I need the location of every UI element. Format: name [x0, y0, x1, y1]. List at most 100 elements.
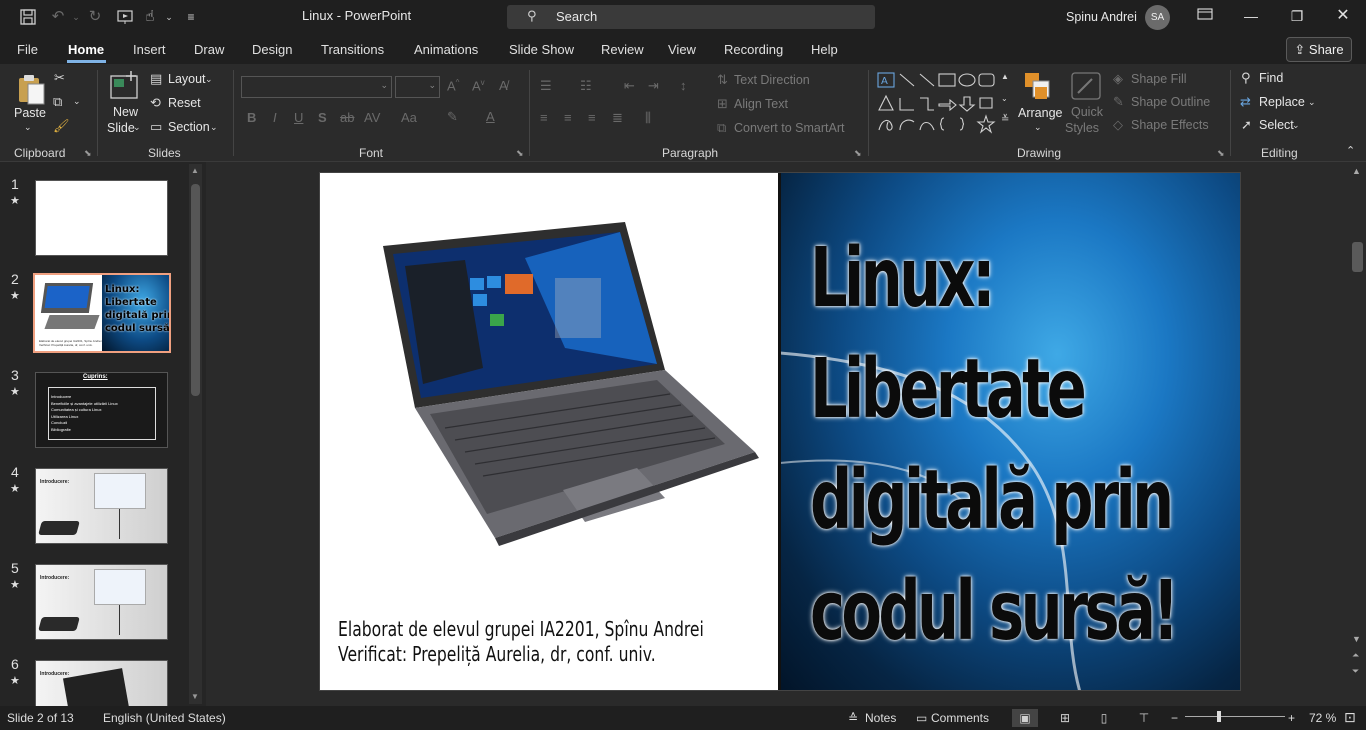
close-icon[interactable]: ✕: [1333, 6, 1353, 26]
font-launcher-icon[interactable]: ⬊: [516, 148, 524, 159]
tab-file[interactable]: File: [17, 42, 38, 57]
tab-design[interactable]: Design: [252, 42, 292, 57]
slide-thumbnail-2[interactable]: Linux: Libertate digitală prin codul sursă!…: [33, 273, 171, 353]
increase-indent-icon[interactable]: ⇥: [648, 78, 659, 94]
line-spacing-icon[interactable]: ↕: [680, 78, 687, 93]
character-spacing-button[interactable]: AV: [364, 110, 380, 125]
quick-styles-label-2[interactable]: Styles: [1065, 121, 1099, 135]
slide-thumbnail-4[interactable]: Introducere:: [35, 468, 168, 544]
new-slide-icon[interactable]: [109, 70, 141, 102]
copy-dropdown-icon[interactable]: ⌄: [73, 96, 81, 107]
laptop-image[interactable]: [375, 218, 765, 548]
smartart-icon[interactable]: ⧉: [717, 120, 726, 136]
scroll-down-icon[interactable]: ▼: [191, 692, 199, 701]
arrange-button[interactable]: Arrange: [1018, 106, 1062, 120]
clear-formatting-icon[interactable]: A̸: [499, 78, 508, 93]
numbering-icon[interactable]: ☷: [580, 78, 592, 94]
text-direction-icon[interactable]: ⇅: [717, 72, 728, 88]
font-color-icon[interactable]: A: [486, 109, 495, 124]
tab-insert[interactable]: Insert: [133, 42, 166, 57]
decrease-font-icon[interactable]: Av: [472, 78, 485, 93]
arrange-icon[interactable]: [1023, 71, 1053, 103]
touch-mode-icon[interactable]: ☝: [141, 8, 159, 26]
underline-button[interactable]: U: [294, 110, 303, 125]
gallery-up-icon[interactable]: ▲: [1001, 72, 1009, 81]
layout-dropdown-icon[interactable]: ⌄: [205, 74, 213, 85]
next-slide-icon[interactable]: ⏷: [1352, 666, 1359, 677]
touch-dropdown-icon[interactable]: ⌄: [160, 8, 178, 26]
undo-dropdown-icon[interactable]: ⌄: [67, 8, 85, 26]
minimize-icon[interactable]: —: [1241, 6, 1261, 26]
comments-button[interactable]: Comments: [931, 711, 989, 725]
undo-icon[interactable]: ↶: [49, 8, 67, 26]
thumbnail-scrollbar[interactable]: ▲ ▼: [189, 164, 202, 704]
slide-thumbnail-3[interactable]: Cuprins: Introducere Beneficiile și avan…: [35, 372, 168, 448]
quick-styles-icon[interactable]: [1070, 71, 1102, 103]
slide-thumbnail-5[interactable]: Introducere:: [35, 564, 168, 640]
italic-button[interactable]: I: [273, 110, 277, 125]
slide-thumbnail-1[interactable]: [35, 180, 168, 256]
select-button[interactable]: Select: [1259, 118, 1294, 132]
language-indicator[interactable]: English (United States): [103, 711, 226, 725]
new-slide-label-2[interactable]: Slide: [107, 121, 135, 135]
slide-title[interactable]: Linux: Libertate digitală prin codul sur…: [810, 223, 1179, 667]
customize-qat-icon[interactable]: ≡: [182, 8, 200, 26]
replace-icon[interactable]: ⇄: [1240, 94, 1251, 110]
columns-icon[interactable]: ⫼: [645, 110, 651, 126]
font-name-combo[interactable]: ⌄: [241, 76, 392, 98]
tab-recording[interactable]: Recording: [724, 42, 783, 57]
tab-draw[interactable]: Draw: [194, 42, 224, 57]
tab-help[interactable]: Help: [811, 42, 838, 57]
find-button[interactable]: Find: [1259, 71, 1283, 85]
copy-icon[interactable]: ⧉: [53, 94, 62, 110]
text-shadow-button[interactable]: S: [318, 110, 327, 125]
notes-icon[interactable]: ≙: [848, 711, 858, 725]
section-dropdown-icon[interactable]: ⌄: [210, 122, 218, 133]
normal-view-icon[interactable]: ▣: [1012, 709, 1038, 727]
clipboard-launcher-icon[interactable]: ⬊: [84, 148, 92, 159]
fit-to-window-icon[interactable]: ⊡: [1344, 709, 1356, 726]
search-box[interactable]: ⚲ Search: [507, 5, 875, 29]
replace-button[interactable]: Replace: [1259, 95, 1305, 109]
scrollbar-thumb[interactable]: [1352, 242, 1363, 272]
comments-icon[interactable]: ▭: [916, 711, 927, 725]
align-left-icon[interactable]: ≡: [540, 110, 548, 125]
avatar[interactable]: SA: [1145, 5, 1170, 30]
tab-animations[interactable]: Animations: [414, 42, 478, 57]
quick-styles-label-1[interactable]: Quick: [1071, 105, 1103, 119]
align-text-button[interactable]: Align Text: [734, 97, 788, 111]
paste-icon[interactable]: [16, 72, 46, 106]
select-dropdown-icon[interactable]: ⌄: [1292, 120, 1300, 131]
slide-scrollbar[interactable]: ▲ ▼ ⏶ ⏷: [1349, 162, 1366, 706]
layout-button[interactable]: Layout: [168, 72, 206, 86]
section-icon[interactable]: ▭: [150, 119, 162, 135]
previous-slide-icon[interactable]: ⏶: [1352, 650, 1359, 661]
tab-transitions[interactable]: Transitions: [321, 42, 384, 57]
select-icon[interactable]: ➚: [1241, 117, 1252, 133]
zoom-out-icon[interactable]: −: [1171, 711, 1178, 725]
reset-button[interactable]: Reset: [168, 96, 201, 110]
cut-icon[interactable]: ✂: [54, 70, 65, 86]
shape-outline-button[interactable]: Shape Outline: [1131, 95, 1210, 109]
layout-icon[interactable]: ▤: [150, 71, 162, 87]
replace-dropdown-icon[interactable]: ⌄: [1308, 97, 1316, 108]
tab-view[interactable]: View: [668, 42, 696, 57]
notes-button[interactable]: Notes: [865, 711, 896, 725]
paragraph-launcher-icon[interactable]: ⬊: [854, 148, 862, 159]
slide-sorter-view-icon[interactable]: ⊞: [1052, 709, 1078, 727]
scroll-up-icon[interactable]: ▲: [1352, 166, 1361, 176]
shape-effects-icon[interactable]: ◇: [1113, 117, 1123, 133]
format-painter-icon[interactable]: 🖌: [53, 118, 70, 134]
bullets-icon[interactable]: ☰: [540, 78, 552, 94]
tab-review[interactable]: Review: [601, 42, 644, 57]
drawing-launcher-icon[interactable]: ⬊: [1217, 148, 1225, 159]
tab-home[interactable]: Home: [68, 42, 104, 57]
new-slide-dropdown-icon[interactable]: ⌄: [133, 122, 141, 133]
paste-label[interactable]: Paste: [14, 106, 46, 120]
align-right-icon[interactable]: ≡: [588, 110, 596, 125]
collapse-ribbon-icon[interactable]: ⌃: [1346, 144, 1355, 157]
section-button[interactable]: Section: [168, 120, 210, 134]
gallery-more-icon[interactable]: ≚: [1001, 114, 1009, 125]
save-icon[interactable]: [19, 8, 37, 26]
justify-icon[interactable]: ≣: [612, 110, 623, 126]
